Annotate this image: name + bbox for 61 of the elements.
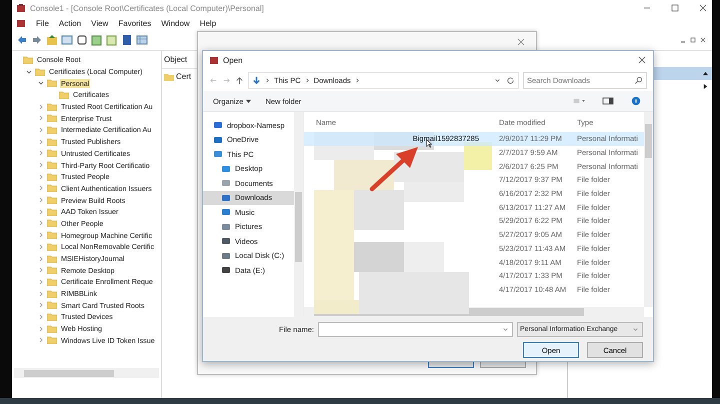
forward-arrow-icon[interactable] [31, 34, 43, 46]
view-options-icon[interactable] [573, 96, 587, 106]
chevron-right-icon[interactable] [354, 78, 360, 82]
chevron-right-icon[interactable] [38, 256, 44, 262]
chevron-right-icon[interactable] [38, 174, 44, 180]
chevron-right-icon[interactable] [38, 115, 44, 122]
window-title: Console1 - [Console Root\Certificates (Local Computer)\Personal] [30, 4, 264, 12]
chevron-right-icon[interactable] [38, 197, 44, 204]
chevron-right-icon[interactable] [38, 185, 44, 192]
maximize-icon[interactable] [670, 3, 680, 13]
grid-icon[interactable] [136, 34, 148, 46]
menu-item[interactable]: File [36, 18, 49, 28]
preview-pane-icon[interactable] [601, 96, 615, 106]
forward-arrow-icon[interactable] [222, 76, 231, 84]
menu-item[interactable]: View [91, 18, 108, 28]
pane-icon[interactable] [61, 34, 73, 46]
chevron-down-icon[interactable] [26, 68, 32, 75]
horizontal-scrollbar[interactable] [14, 368, 159, 378]
chevron-down-icon[interactable] [38, 80, 44, 86]
close-icon[interactable] [516, 37, 526, 47]
back-arrow-icon[interactable] [16, 34, 28, 46]
download-arrow-icon [252, 76, 261, 84]
chevron-right-icon[interactable] [38, 138, 44, 145]
search-icon [634, 76, 643, 84]
chevron-right-icon[interactable] [38, 220, 44, 226]
annotation-arrow [370, 147, 418, 192]
menu-item[interactable]: Favorites [118, 18, 152, 28]
vertical-scrollbar[interactable] [644, 112, 653, 307]
chevron-right-icon[interactable] [38, 278, 44, 285]
chevron-right-icon[interactable] [38, 232, 44, 238]
up-arrow-icon[interactable] [235, 76, 244, 84]
folder-icon [164, 72, 174, 80]
chevron-right-icon[interactable] [38, 162, 44, 168]
chevron-right-icon[interactable] [265, 78, 270, 82]
chevron-right-icon[interactable] [38, 267, 44, 274]
chevron-right-icon[interactable] [38, 337, 44, 344]
caret-icon[interactable] [246, 98, 252, 104]
chevron-right-icon[interactable] [38, 150, 44, 156]
chevron-right-icon[interactable] [38, 302, 44, 308]
folder-up-icon[interactable] [46, 34, 58, 46]
menu-item[interactable]: Action [58, 18, 82, 28]
menu-item[interactable]: Help [200, 18, 216, 28]
close-icon[interactable] [637, 55, 647, 65]
close-icon[interactable] [698, 3, 708, 13]
back-arrow-icon[interactable] [209, 76, 218, 84]
mdi-controls-icon[interactable] [678, 35, 708, 45]
chevron-right-icon[interactable] [38, 326, 44, 332]
chevron-right-icon[interactable] [38, 290, 44, 297]
chevron-right-icon[interactable] [38, 244, 44, 250]
chevron-right-icon[interactable] [38, 126, 44, 133]
dialog-title: Open [223, 56, 243, 64]
expand-icon[interactable] [703, 84, 708, 89]
menu-item[interactable]: Window [161, 18, 190, 28]
chevron-right-icon[interactable] [304, 78, 310, 82]
chevron-right-icon[interactable] [38, 104, 44, 110]
collapse-icon[interactable] [703, 71, 708, 76]
file-name-field[interactable] [318, 322, 513, 336]
vertical-scrollbar[interactable] [294, 112, 303, 317]
chevron-right-icon[interactable] [38, 314, 44, 320]
list-item[interactable]: Cert [176, 72, 192, 81]
chevron-right-icon[interactable] [38, 208, 44, 215]
